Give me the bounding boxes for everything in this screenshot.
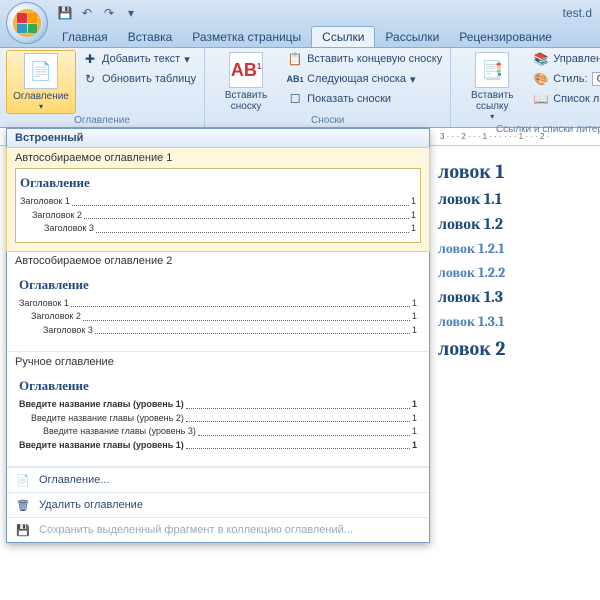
toc-gallery: Встроенный Автособираемое оглавление 1 Ог… (6, 128, 430, 543)
add-text-button[interactable]: ✚Добавить текст ▾ (80, 50, 198, 68)
toc-icon: 📄 (15, 472, 31, 488)
tab-5[interactable]: Рецензирование (449, 27, 562, 47)
insert-citation-button[interactable]: 📑 Вставить ссылку ▾ (457, 50, 527, 123)
preview-row: Заголовок 11 (19, 297, 417, 311)
gallery-item-name: Ручное оглавление (15, 356, 421, 368)
tab-2[interactable]: Разметка страницы (182, 27, 311, 47)
preview-row: Введите название главы (уровень 1)1 (19, 439, 417, 453)
document-heading: ловок 2 (438, 337, 592, 361)
style-icon: 🎨 (533, 71, 549, 87)
document-heading: ловок 1.3 (438, 288, 592, 307)
preview-row: Введите название главы (уровень 2)1 (19, 412, 417, 426)
dropdown-icon: ▾ (39, 102, 43, 111)
document-heading: ловок 1.2.1 (438, 240, 592, 258)
preview-row: Заголовок 31 (19, 324, 417, 338)
insert-citation-label: Вставить ссылку (459, 90, 525, 112)
gallery-item[interactable]: Автособираемое оглавление 2 Оглавление Заг… (7, 251, 429, 353)
tab-3[interactable]: Ссылки (311, 26, 375, 47)
footnote-icon: AB1 (229, 52, 263, 88)
preview-row: Заголовок 21 (19, 310, 417, 324)
group-label: Ссылки и списки литер (457, 123, 600, 136)
document-heading: ловок 1.2 (438, 215, 592, 234)
citation-icon: 📑 (475, 52, 509, 88)
save-selection-command: 💾Сохранить выделенный фрагмент в коллекц… (7, 517, 429, 542)
ribbon-tabs: ГлавнаяВставкаРазметка страницыСсылкиРас… (0, 26, 600, 48)
document-heading: ловок 1 (438, 160, 592, 184)
preview-row: Заголовок 11 (20, 195, 416, 209)
show-icon: ☐ (287, 91, 303, 107)
manage-sources-button[interactable]: 📚Управление ис (531, 50, 600, 68)
save-selection-icon: 💾 (15, 522, 31, 538)
insert-endnote-button[interactable]: 📋Вставить концевую сноску (285, 50, 444, 68)
preview-row: Введите название главы (уровень 1)1 (19, 398, 417, 412)
toc-icon: 📄 (24, 53, 58, 89)
next-footnote-icon: AB1 (287, 71, 303, 87)
save-icon[interactable]: 💾 (56, 4, 74, 22)
document-heading: ловок 1.2.2 (438, 264, 592, 282)
gallery-header: Встроенный (7, 129, 429, 148)
document-heading: ловок 1.1 (438, 190, 592, 209)
show-footnotes-button[interactable]: ☐Показать сноски (285, 90, 444, 108)
quick-access-toolbar: 💾 ↶ ↷ ▾ (56, 4, 140, 22)
add-text-icon: ✚ (82, 51, 98, 67)
preview-row: Заголовок 21 (20, 209, 416, 223)
tab-4[interactable]: Рассылки (375, 27, 449, 47)
insert-footnote-button[interactable]: AB1 Вставить сноску (211, 50, 281, 114)
group-citations: 📑 Вставить ссылку ▾ 📚Управление ис 🎨Стил… (451, 48, 600, 127)
group-label: Оглавление (6, 114, 198, 127)
endnote-icon: 📋 (287, 51, 303, 67)
gallery-preview: Оглавление Заголовок 11Заголовок 21Заголо… (15, 168, 421, 243)
qat-dropdown-icon[interactable]: ▾ (122, 4, 140, 22)
document-area: ловок 1 ловок 1.1 ловок 1.2 ловок 1.2.1 лово… (430, 146, 600, 600)
preview-title: Оглавление (19, 378, 417, 394)
next-footnote-button[interactable]: AB1Следующая сноска ▾ (285, 70, 444, 88)
gallery-item[interactable]: Ручное оглавление Оглавление Введите назва… (7, 352, 429, 467)
refresh-icon: ↻ (82, 71, 98, 87)
manage-icon: 📚 (533, 51, 549, 67)
office-logo-icon (13, 9, 41, 37)
group-footnotes: AB1 Вставить сноску 📋Вставить концевую с… (205, 48, 451, 127)
gallery-item-name: Автособираемое оглавление 1 (15, 152, 421, 164)
undo-icon[interactable]: ↶ (78, 4, 96, 22)
gallery-item-name: Автособираемое оглавление 2 (15, 255, 421, 267)
preview-row: Заголовок 31 (20, 222, 416, 236)
insert-footnote-label: Вставить сноску (213, 90, 279, 112)
gallery-item[interactable]: Автособираемое оглавление 1 Оглавление Заг… (6, 147, 430, 252)
preview-title: Оглавление (19, 277, 417, 293)
remove-icon: 🗑 (15, 497, 31, 513)
office-button[interactable] (6, 2, 48, 44)
preview-row: Введите название главы (уровень 3)1 (19, 425, 417, 439)
preview-title: Оглавление (20, 175, 416, 191)
group-label: Сноски (211, 114, 444, 127)
redo-icon[interactable]: ↷ (100, 4, 118, 22)
toc-dialog-command[interactable]: 📄Оглавление... (7, 467, 429, 492)
dropdown-icon: ▾ (490, 112, 494, 121)
style-dropdown[interactable]: 🎨Стиль: Основн (531, 70, 600, 88)
ribbon: 📄 Оглавление ▾ ✚Добавить текст ▾ ↻Обнови… (0, 48, 600, 128)
window-title: test.d (563, 6, 592, 20)
tab-0[interactable]: Главная (52, 27, 118, 47)
titlebar: 💾 ↶ ↷ ▾ test.d (0, 0, 600, 26)
biblio-icon: 📖 (533, 91, 549, 107)
remove-toc-command[interactable]: 🗑Удалить оглавление (7, 492, 429, 517)
bibliography-button[interactable]: 📖Список литера (531, 90, 600, 108)
toc-label: Оглавление (13, 91, 69, 102)
group-toc: 📄 Оглавление ▾ ✚Добавить текст ▾ ↻Обнови… (0, 48, 205, 127)
document-heading: ловок 1.3.1 (438, 313, 592, 331)
gallery-preview: Оглавление Введите название главы (уровен… (15, 372, 421, 458)
tab-1[interactable]: Вставка (118, 27, 183, 47)
toc-button[interactable]: 📄 Оглавление ▾ (6, 50, 76, 114)
gallery-preview: Оглавление Заголовок 11Заголовок 21Заголо… (15, 271, 421, 344)
update-table-button[interactable]: ↻Обновить таблицу (80, 70, 198, 88)
